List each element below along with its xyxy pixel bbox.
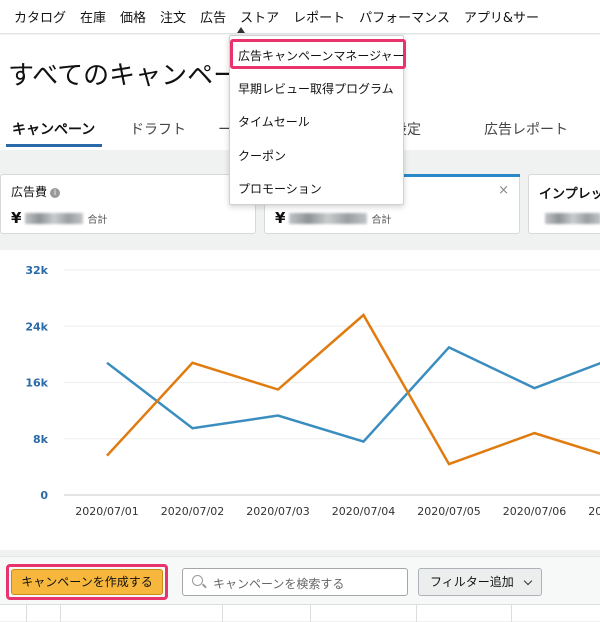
x-tick-label: 2020/07/07 [588,505,600,518]
tab-drafts[interactable]: ドラフト [130,119,186,139]
chevron-down-icon [523,576,533,586]
tab-ad-reports[interactable]: 広告レポート [484,119,568,139]
menu-item-campaign-manager[interactable]: 広告キャンペーンマネージャー [238,47,405,64]
series-line-0 [106,345,600,443]
nav-orders[interactable]: 注文 [146,7,186,26]
add-filter-button[interactable]: フィルター追加 [418,568,542,596]
redacted-value [545,213,600,224]
nav-catalog[interactable]: カタログ [0,7,66,26]
y-tick-label: 16k [25,377,48,390]
card-value: ¥ 合計 [275,209,392,227]
series-line-1 [106,313,600,466]
menu-item-coupons[interactable]: クーポン [238,147,286,164]
top-navigation: カタログ 在庫 価格 注文 広告 ストア レポート パフォーマンス アプリ&サー [0,0,600,34]
nav-reports[interactable]: レポート [279,7,345,26]
x-tick-label: 2020/07/06 [503,505,566,518]
page-title: すべてのキャンペー [8,61,240,91]
redacted-value [25,213,84,224]
create-campaign-button[interactable]: キャンペーンを作成する [11,569,163,595]
nav-stores[interactable]: ストア [226,7,279,26]
nav-apps[interactable]: アプリ&サー [450,7,539,26]
card-label: インプレッ [539,187,600,202]
redacted-value [289,213,368,224]
x-tick-label: 2020/07/02 [161,505,224,518]
menu-item-early-reviewer[interactable]: 早期レビュー取得プログラム [238,80,394,97]
x-tick-label: 2020/07/03 [246,505,309,518]
x-tick-label: 2020/07/01 [75,505,138,518]
y-tick-label: 8k [33,433,49,446]
x-tick-label: 2020/07/04 [332,505,395,518]
x-tick-label: 2020/07/05 [417,505,480,518]
campaign-toolbar: キャンペーンを作成する キャンペーンを検索する フィルター追加 [0,556,600,622]
nav-inventory[interactable]: 在庫 [66,7,106,26]
campaign-search-input[interactable]: キャンペーンを検索する [182,568,408,596]
card-value [539,209,600,227]
y-tick-label: 24k [25,320,48,333]
info-icon[interactable]: i [50,188,61,198]
search-placeholder: キャンペーンを検索する [213,577,345,591]
dropdown-caret-icon [237,27,245,33]
y-tick-label: 0 [40,489,48,502]
search-icon [192,575,203,586]
close-icon[interactable]: × [498,183,509,198]
y-tick-label: 32k [25,264,48,277]
card-label: 広告費 i [11,183,61,200]
advertising-dropdown-menu: 広告キャンペーンマネージャー 早期レビュー取得プログラム タイムセール クーポン… [229,35,406,205]
table-header [0,604,600,622]
metric-card-impressions[interactable]: インプレッ [528,174,600,234]
nav-advertising[interactable]: 広告 [186,7,226,26]
card-value: ¥ 合計 [11,209,108,227]
nav-pricing[interactable]: 価格 [106,7,146,26]
performance-chart: 0 8k 16k 24k 32k 2020/07/01 2020/07/02 2020/07/… [0,250,600,550]
menu-item-lightning-deals[interactable]: タイムセール [238,113,310,130]
nav-performance[interactable]: パフォーマンス [345,7,450,26]
menu-item-promotions[interactable]: プロモーション [238,180,322,197]
metric-card-spend[interactable]: 広告費 i ¥ 合計 [0,174,256,234]
active-tab-indicator [6,144,102,147]
line-chart-svg: 0 8k 16k 24k 32k 2020/07/01 2020/07/02 2020/07/… [25,264,600,518]
tab-campaigns[interactable]: キャンペーン [12,119,95,139]
selected-metric-bar [403,174,520,177]
